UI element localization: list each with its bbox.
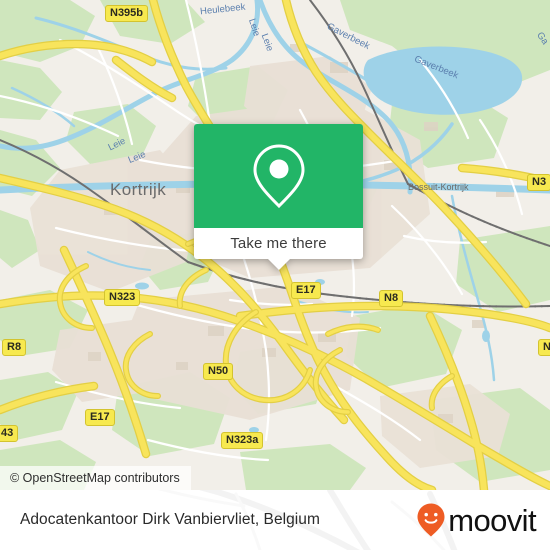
- road-shield[interactable]: R8: [2, 339, 27, 356]
- road-shield[interactable]: N323: [104, 289, 141, 306]
- moovit-smiley-pin-icon: [417, 503, 445, 537]
- moovit-wordmark: moovit: [448, 502, 536, 538]
- footer-content: Adocatenkantoor Dirk Vanbiervliet, Belgi…: [0, 490, 550, 550]
- map-canvas[interactable]: Kortrijk Heulebeek Leie Leie Leie Leie G…: [0, 0, 550, 490]
- attribution-text: © OpenStreetMap contributors: [10, 471, 180, 485]
- map-page: Kortrijk Heulebeek Leie Leie Leie Leie G…: [0, 0, 550, 550]
- take-me-there-label: Take me there: [230, 235, 327, 252]
- road-shield[interactable]: N50: [203, 363, 234, 380]
- road-shield[interactable]: N323a: [221, 432, 264, 449]
- map-attribution: © OpenStreetMap contributors: [0, 466, 191, 490]
- road-shield[interactable]: E17: [291, 282, 321, 299]
- popup-header: [194, 124, 363, 228]
- location-popup[interactable]: Take me there: [194, 124, 363, 270]
- page-footer: Adocatenkantoor Dirk Vanbiervliet, Belgi…: [0, 490, 550, 550]
- moovit-logo[interactable]: moovit: [416, 502, 537, 538]
- road-shield[interactable]: N395b: [105, 5, 149, 22]
- road-shield[interactable]: 43: [0, 425, 19, 442]
- road-shield[interactable]: E17: [85, 409, 115, 426]
- location-title: Adocatenkantoor Dirk Vanbiervliet, Belgi…: [20, 511, 320, 528]
- popup-footer[interactable]: Take me there: [194, 228, 363, 270]
- popup-tail-pointer: [267, 259, 290, 270]
- road-shield[interactable]: N: [538, 339, 550, 356]
- map-pin-icon: [252, 144, 305, 209]
- road-shield[interactable]: N8: [379, 290, 404, 307]
- road-shield[interactable]: N3: [527, 174, 550, 191]
